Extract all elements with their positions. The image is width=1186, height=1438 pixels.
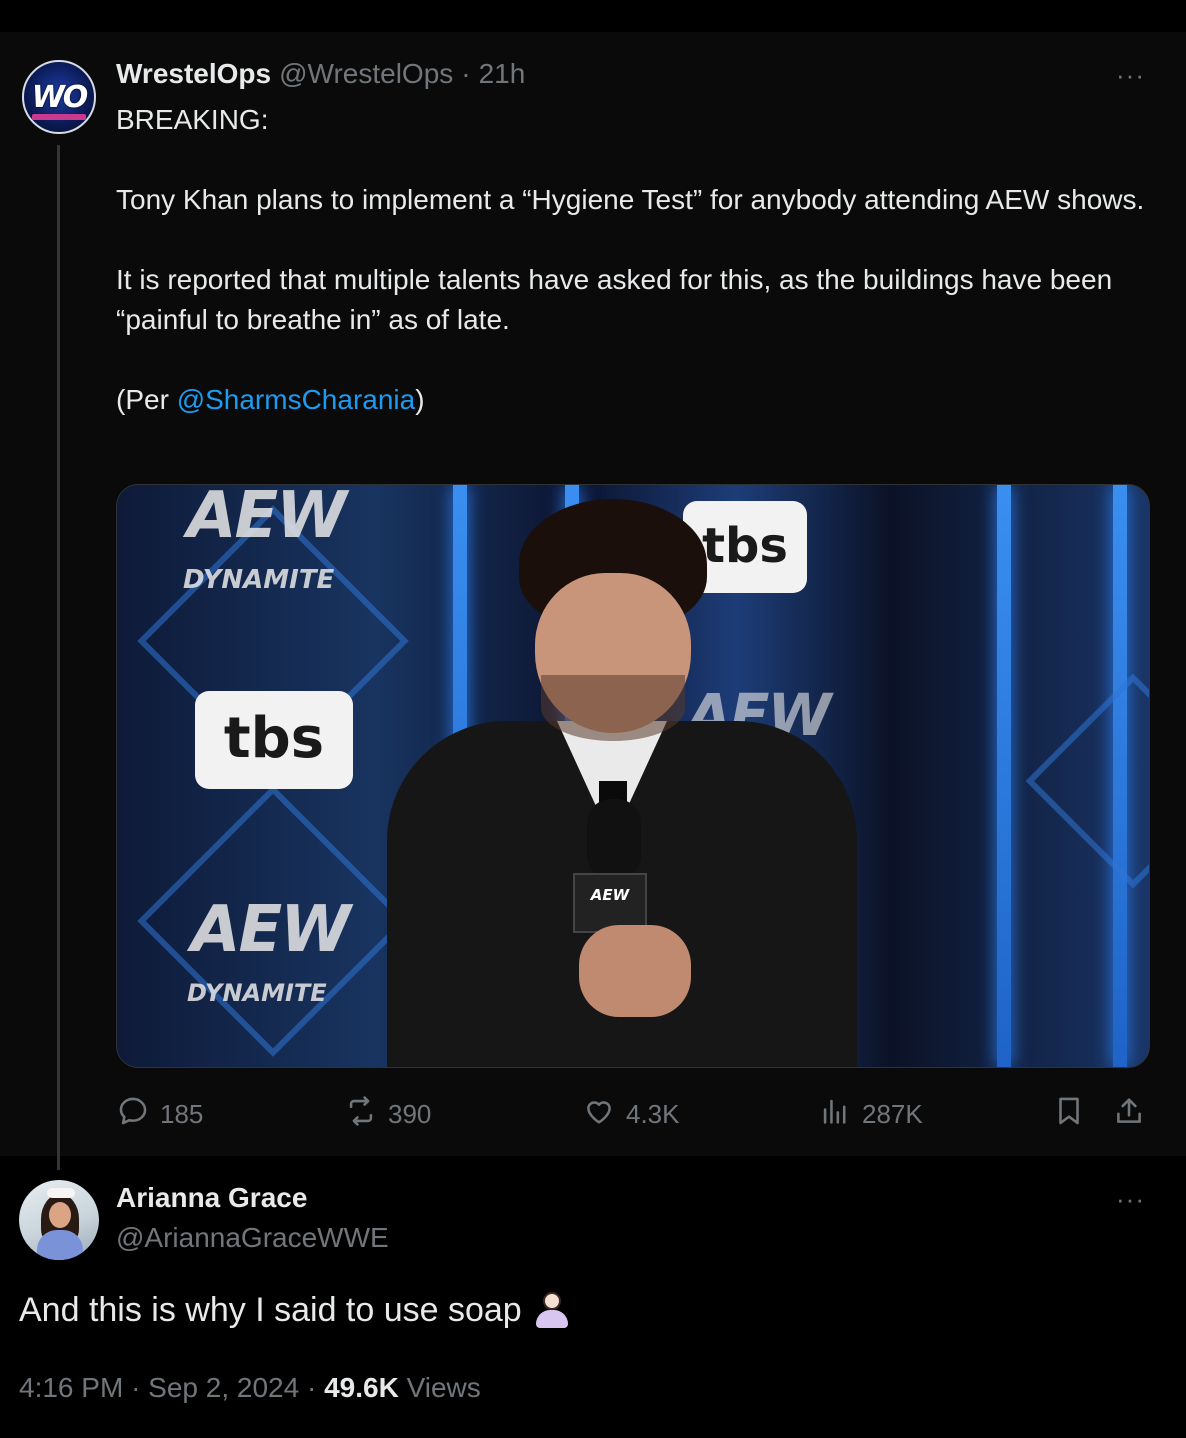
avatar-logo-text: WO — [31, 80, 89, 115]
avatar-stripe — [32, 114, 86, 120]
tweet-paragraph-per: (Per @SharmsCharania) — [116, 380, 1156, 420]
bookmark-button[interactable] — [1052, 1094, 1086, 1134]
reply-button[interactable]: 185 — [116, 1094, 203, 1134]
heart-icon — [582, 1094, 616, 1135]
tweet-line-breaking: BREAKING: — [116, 104, 269, 135]
repost-icon — [344, 1094, 378, 1135]
separator-dot: · — [461, 58, 471, 89]
aew-logo-top: AEW — [187, 484, 347, 553]
like-count: 4.3K — [626, 1098, 680, 1129]
arianna-grace-avatar[interactable] — [19, 1180, 99, 1260]
repost-button[interactable]: 390 — [344, 1094, 431, 1134]
like-button[interactable]: 4.3K — [582, 1094, 680, 1134]
tweet-paragraph-2: It is reported that multiple talents hav… — [116, 264, 1113, 335]
more-options-icon[interactable]: ··· — [1116, 60, 1145, 91]
tweet-meta: 4:16 PM · Sep 2, 2024 · 49.6K Views — [19, 1372, 481, 1404]
reply-icon — [116, 1094, 150, 1135]
views-count: 49.6K — [324, 1372, 399, 1403]
mention-link[interactable]: @SharmsCharania — [177, 384, 416, 415]
bookmark-icon — [1052, 1094, 1086, 1135]
post-date[interactable]: Sep 2, 2024 — [148, 1372, 299, 1403]
mic-flag-logo: AEW — [573, 873, 647, 933]
handle[interactable]: @AriannaGraceWWE — [116, 1222, 389, 1254]
per-suffix: ) — [415, 384, 425, 415]
reply-text: And this is why I said to use soap — [19, 1290, 522, 1329]
tbs-logo-left: tbs — [195, 691, 353, 789]
avatar-hat — [47, 1188, 75, 1198]
views-label: Views — [406, 1372, 481, 1403]
person-shrugging-icon — [532, 1290, 572, 1330]
tweet-media-image[interactable]: AEW DYNAMITE tbs tbs AEW DYNAMITE AEW AE… — [116, 484, 1150, 1068]
handle[interactable]: @WrestelOps — [279, 58, 453, 90]
tweet-text: BREAKING: Tony Khan plans to implement a… — [116, 100, 1156, 420]
wrestelops-avatar[interactable]: WO — [22, 60, 96, 134]
microphone — [587, 799, 641, 879]
display-name[interactable]: WrestelOps — [116, 58, 271, 90]
person-hand — [579, 925, 691, 1017]
share-button[interactable] — [1112, 1094, 1146, 1134]
display-name[interactable]: Arianna Grace — [116, 1182, 307, 1214]
separator-dot: · — [306, 1372, 317, 1403]
tweet-paragraph-1: Tony Khan plans to implement a “Hygiene … — [116, 184, 1145, 215]
analytics-icon — [818, 1094, 852, 1135]
tweet-actions-bar: 185 390 4.3K 287K — [116, 1094, 1150, 1134]
post-time[interactable]: 4:16 PM — [19, 1372, 123, 1403]
thread-connector-line — [57, 145, 60, 1170]
views-button[interactable]: 287K — [818, 1094, 923, 1134]
tweet-header: WrestelOps @WrestelOps · 21h — [116, 58, 525, 94]
separator-dot: · — [131, 1372, 141, 1403]
more-options-icon[interactable]: ··· — [1116, 1184, 1145, 1215]
per-prefix: (Per — [116, 384, 177, 415]
dynamite-text-bottom: DYNAMITE — [187, 979, 327, 1007]
person-beard — [541, 675, 685, 741]
dynamite-text-top: DYNAMITE — [183, 565, 335, 595]
share-icon — [1112, 1094, 1146, 1135]
timestamp[interactable]: 21h — [479, 58, 526, 90]
views-count: 287K — [862, 1098, 923, 1129]
aew-logo-bottom: AEW — [191, 893, 351, 967]
reply-count: 185 — [160, 1098, 204, 1129]
backdrop-x-shape — [1025, 673, 1149, 889]
avatar-dress — [37, 1230, 83, 1260]
tweet-text: And this is why I said to use soap — [19, 1290, 572, 1330]
avatar-face — [49, 1202, 71, 1228]
light-beam — [997, 485, 1011, 1067]
repost-count: 390 — [388, 1098, 432, 1129]
top-bar — [0, 0, 1186, 32]
